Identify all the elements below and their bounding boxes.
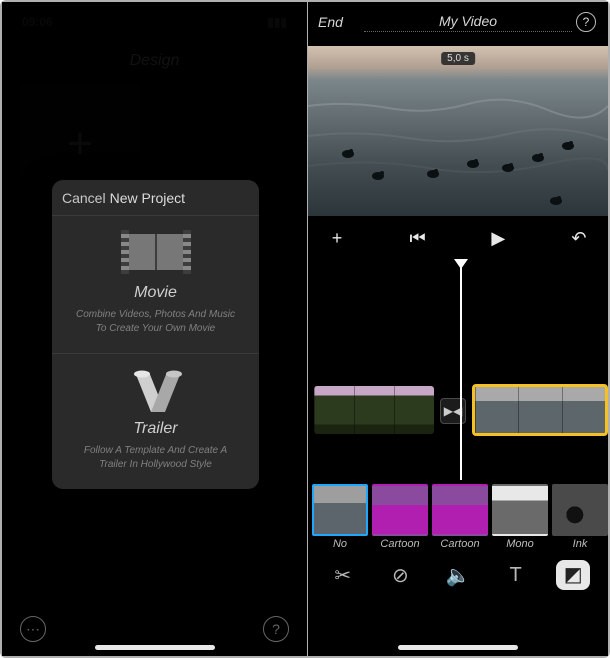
- filter-label: Mono: [492, 538, 548, 550]
- filter-cartoon[interactable]: Cartoon: [372, 484, 428, 552]
- end-button[interactable]: End: [318, 14, 364, 30]
- playhead[interactable]: [460, 260, 462, 480]
- bottom-controls: ⋯ ?: [2, 616, 307, 642]
- transport-controls: + ⏮ ▶ ↶: [308, 216, 608, 260]
- filter-thumb: [552, 484, 608, 536]
- goto-start-button[interactable]: ⏮: [403, 228, 433, 249]
- help-icon: ?: [272, 621, 280, 637]
- film-icon: [121, 230, 191, 274]
- top-bar: End My Video ?: [308, 2, 608, 36]
- filter-label: Cartoon: [432, 538, 488, 550]
- text-tool[interactable]: T: [499, 564, 533, 587]
- modal-title: New Project: [110, 190, 185, 206]
- filter-thumb: [432, 484, 488, 536]
- cancel-button[interactable]: Cancel: [60, 188, 108, 208]
- help-icon: ?: [583, 15, 590, 29]
- timeline[interactable]: ▶◀: [308, 260, 608, 480]
- option-trailer-desc: Follow A Template And Create A Trailer I…: [71, 444, 241, 471]
- video-viewer[interactable]: 5,0 s: [308, 46, 608, 216]
- projects-screen: 09:06 ▮▮▮ Design + Cancel New Project Mo…: [2, 2, 308, 656]
- filters-row: NoCartoonCartoonMonoInkB/W: [308, 480, 608, 552]
- modal-header: Cancel New Project: [52, 180, 259, 216]
- spotlight-icon: [121, 368, 191, 412]
- more-icon: ⋯: [26, 621, 40, 638]
- cut-tool[interactable]: ✂: [326, 563, 360, 588]
- filter-label: No: [312, 538, 368, 550]
- home-indicator[interactable]: [398, 645, 518, 650]
- filter-none[interactable]: No: [312, 484, 368, 552]
- option-movie-label: Movie: [62, 284, 249, 302]
- editor-screen: End My Video ?: [308, 2, 608, 656]
- help-button[interactable]: ?: [576, 12, 596, 32]
- option-trailer-label: Trailer: [62, 420, 249, 438]
- timeline-clip[interactable]: [314, 386, 434, 434]
- more-button[interactable]: ⋯: [20, 616, 46, 642]
- filters-tool[interactable]: ◩: [556, 560, 590, 590]
- timeline-clip-selected[interactable]: [472, 384, 608, 436]
- speed-tool[interactable]: ⊘: [383, 563, 417, 588]
- filter-ink[interactable]: Ink: [552, 484, 608, 552]
- clip-duration-badge: 5,0 s: [441, 52, 475, 65]
- filter-mono[interactable]: Mono: [492, 484, 548, 552]
- filter-cartoon2[interactable]: Cartoon: [432, 484, 488, 552]
- home-indicator[interactable]: [95, 645, 215, 650]
- filter-thumb: [312, 484, 368, 536]
- volume-tool[interactable]: 🔈: [441, 563, 475, 588]
- option-trailer[interactable]: Trailer Follow A Template And Create A T…: [52, 353, 259, 489]
- filter-label: Ink: [552, 538, 608, 550]
- add-media-button[interactable]: +: [322, 228, 352, 249]
- transition-button[interactable]: ▶◀: [440, 398, 466, 424]
- new-project-modal: Cancel New Project Movie Combine Videos,…: [52, 180, 259, 489]
- play-button[interactable]: ▶: [483, 228, 513, 249]
- option-movie-desc: Combine Videos, Photos And Music To Crea…: [71, 308, 241, 335]
- filter-thumb: [492, 484, 548, 536]
- filter-thumb: [372, 484, 428, 536]
- project-title[interactable]: My Video: [364, 13, 572, 32]
- help-button[interactable]: ?: [263, 616, 289, 642]
- option-movie[interactable]: Movie Combine Videos, Photos And Music T…: [52, 216, 259, 353]
- clip-tools: ✂ ⊘ 🔈 T ◩: [308, 552, 608, 598]
- undo-button[interactable]: ↶: [564, 228, 594, 249]
- filter-label: Cartoon: [372, 538, 428, 550]
